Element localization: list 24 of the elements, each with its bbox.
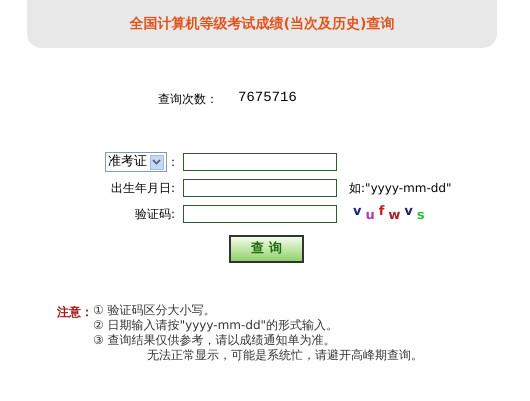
page-title: 全国计算机等级考试成绩(当次及历史)查询 [130,14,394,34]
captcha-letter: f [378,203,384,222]
notice-text: ② 日期输入请按"yyyy-mm-dd"的形式输入。 [93,318,340,333]
captcha-field[interactable] [183,205,337,223]
query-count-value: 7675716 [238,89,297,108]
captcha-letter: u [365,207,375,226]
field-label: 验证码: [134,206,176,223]
query-button[interactable]: 查 询 [229,235,304,263]
captcha-letter: s [416,207,425,226]
field-label: 出生年月日: [110,180,176,197]
notice-text: ① 验证码区分大小写。 [93,303,217,318]
notice-text: ③ 查询结果仅供参考，请以成绩通知单为准。 [93,333,337,348]
captcha-letter: v [404,203,413,222]
date-format-hint: 如:"yyyy-mm-dd" [349,180,452,197]
captcha-letter: v [353,203,362,222]
chevron-down-icon [152,159,162,165]
id-type-select[interactable]: 准考证 [104,152,167,172]
id-number-field[interactable] [183,153,337,171]
notice-label: 注意： [57,304,93,321]
colon-label: : [170,154,175,171]
notice-text: 无法正常显示，可能是系统忙，请避开高峰期查询。 [146,348,423,363]
birth-date-field[interactable] [183,179,337,197]
captcha-letter: w [388,207,400,226]
query-count-label: 查询次数： [158,90,218,108]
